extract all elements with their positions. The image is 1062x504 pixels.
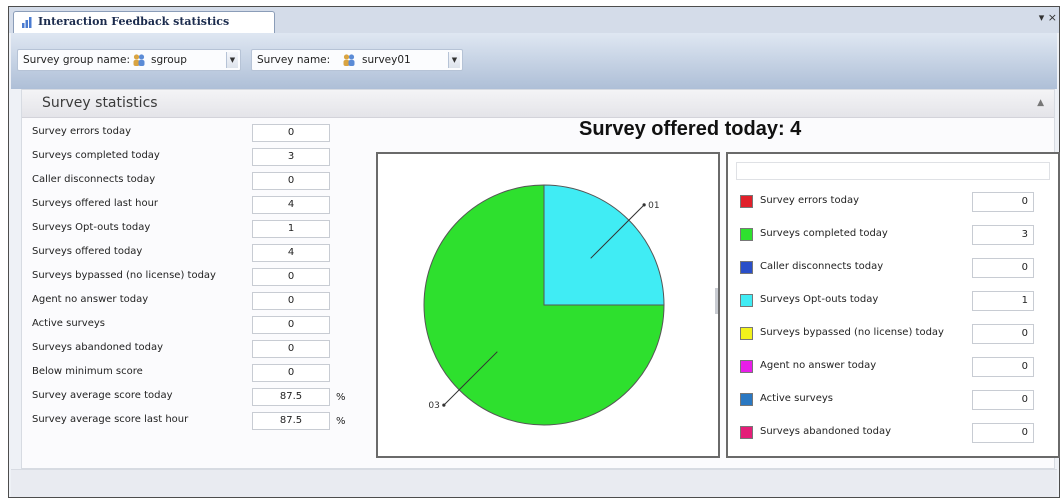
stat-label: Surveys abandoned today	[32, 342, 164, 353]
legend-item: Survey errors today 0	[738, 192, 1054, 214]
group-icon	[133, 54, 145, 66]
legend-label: Surveys abandoned today	[760, 426, 892, 437]
legend-value: 0	[972, 390, 1034, 410]
legend-value: 0	[972, 192, 1034, 212]
stat-label: Surveys offered today	[32, 246, 143, 257]
survey-name-label: Survey name:	[257, 54, 331, 66]
stat-value: 4	[252, 196, 330, 214]
stat-value: 0	[252, 172, 330, 190]
legend-label: Agent no answer today	[760, 360, 877, 371]
legend-label: Caller disconnects today	[760, 261, 884, 272]
stat-value: 1	[252, 220, 330, 238]
collapse-icon[interactable]: ▲	[1037, 98, 1044, 108]
stat-unit: %	[336, 416, 346, 427]
legend-value: 0	[972, 357, 1034, 377]
stat-label: Caller disconnects today	[32, 174, 156, 185]
stat-value: 0	[252, 364, 330, 382]
stat-value: 0	[252, 316, 330, 334]
toolbar: Survey group name: sgroup ▼ Survey name:…	[11, 33, 1057, 89]
stat-value: 0	[252, 124, 330, 142]
stat-label: Survey errors today	[32, 126, 131, 137]
legend-swatch	[740, 360, 753, 373]
survey-name-selector[interactable]: Survey name: survey01 ▼	[251, 49, 463, 71]
legend-label: Surveys Opt-outs today	[760, 294, 879, 305]
status-strip	[11, 469, 1057, 497]
stat-label: Surveys offered last hour	[32, 198, 159, 209]
stat-value: 87.5	[252, 388, 330, 406]
stat-value: 0	[252, 292, 330, 310]
stat-unit: %	[336, 392, 346, 403]
legend-item: Active surveys 0	[738, 390, 1054, 412]
survey-icon	[343, 54, 355, 66]
tab-strip: Interaction Feedback statistics ▾ ×	[9, 7, 1059, 33]
legend-item: Surveys completed today 3	[738, 225, 1054, 247]
legend-swatch	[740, 294, 753, 307]
stat-label: Below minimum score	[32, 366, 143, 377]
stat-label: Surveys bypassed (no license) today	[32, 270, 216, 281]
statistics-icon	[22, 17, 32, 28]
legend-item: Agent no answer today 0	[738, 357, 1054, 379]
pie-chart-panel: 01 03	[376, 152, 720, 458]
survey-group-selector[interactable]: Survey group name: sgroup ▼	[17, 49, 241, 71]
window-controls[interactable]: ▾ ×	[1039, 11, 1057, 24]
stat-value: 0	[252, 268, 330, 286]
legend-label: Surveys completed today	[760, 228, 888, 239]
stat-value: 3	[252, 148, 330, 166]
pie-slice-label: 03	[428, 401, 439, 411]
legend-panel: Survey errors today 0 Surveys completed …	[726, 152, 1060, 458]
splitter-handle[interactable]	[715, 288, 718, 314]
legend-label: Active surveys	[760, 393, 833, 404]
feedback-statistics-window: Interaction Feedback statistics ▾ × Surv…	[8, 6, 1060, 498]
legend-label: Survey errors today	[760, 195, 859, 206]
legend-swatch	[740, 327, 753, 340]
legend-swatch	[740, 228, 753, 241]
legend-swatch	[740, 426, 753, 439]
stat-value: 4	[252, 244, 330, 262]
legend-value: 0	[972, 324, 1034, 344]
legend-value: 3	[972, 225, 1034, 245]
stat-value: 0	[252, 340, 330, 358]
stat-label: Surveys completed today	[32, 150, 160, 161]
tab-title: Interaction Feedback statistics	[38, 15, 230, 28]
stat-label: Agent no answer today	[32, 294, 149, 305]
tab-interaction-feedback-statistics[interactable]: Interaction Feedback statistics	[13, 11, 275, 33]
stat-label: Surveys Opt-outs today	[32, 222, 151, 233]
pie-chart: 01 03	[423, 184, 665, 426]
legend-item: Surveys abandoned today 0	[738, 423, 1054, 445]
legend-item: Surveys bypassed (no license) today 0	[738, 324, 1054, 346]
pie-leader-dot	[442, 403, 446, 407]
legend-swatch	[740, 393, 753, 406]
survey-group-label: Survey group name:	[23, 54, 131, 66]
survey-statistics-panel: Survey statistics ▲ Survey errors today …	[21, 89, 1060, 469]
chevron-down-icon[interactable]: ▼	[448, 52, 460, 68]
section-title: Survey statistics	[42, 95, 158, 111]
pie-slice-label: 01	[648, 201, 659, 211]
stat-label: Survey average score last hour	[32, 414, 189, 425]
stat-label: Active surveys	[32, 318, 105, 329]
pie-leader-dot	[642, 203, 646, 207]
legend-swatch	[740, 195, 753, 208]
legend-item: Caller disconnects today 0	[738, 258, 1054, 280]
legend-value: 0	[972, 423, 1034, 443]
survey-group-value: sgroup	[151, 54, 187, 66]
stat-label: Survey average score today	[32, 390, 173, 401]
legend-label: Surveys bypassed (no license) today	[760, 327, 944, 338]
chevron-down-icon[interactable]: ▼	[226, 52, 238, 68]
stat-value: 87.5	[252, 412, 330, 430]
section-header[interactable]: Survey statistics ▲	[22, 90, 1054, 118]
survey-name-value: survey01	[362, 54, 411, 66]
legend-value: 1	[972, 291, 1034, 311]
legend-header	[736, 162, 1050, 180]
chart-title: Survey offered today: 4	[579, 118, 802, 140]
legend-item: Surveys Opt-outs today 1	[738, 291, 1054, 313]
legend-value: 0	[972, 258, 1034, 278]
legend-swatch	[740, 261, 753, 274]
